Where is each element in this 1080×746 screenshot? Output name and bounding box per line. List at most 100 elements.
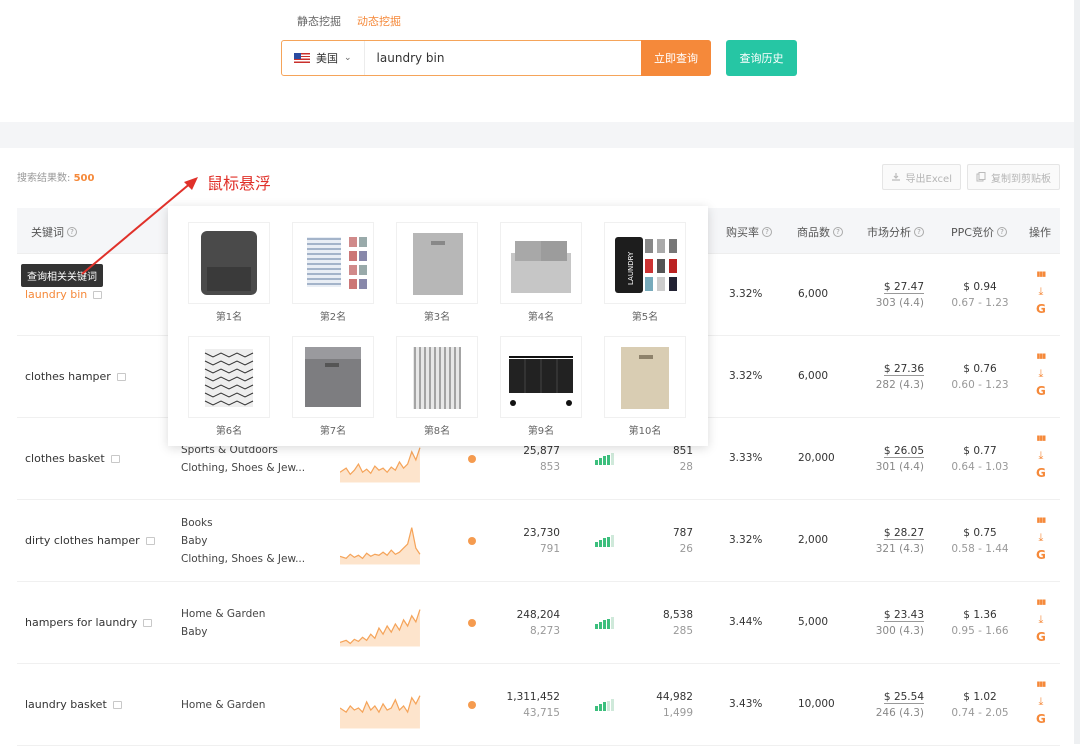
tab-dynamic[interactable]: 动态挖掘 xyxy=(357,13,401,29)
market-analysis[interactable]: $ 27.36 282 (4.3) xyxy=(876,361,924,393)
buy-rate: 3.32% xyxy=(729,288,763,300)
product-image[interactable] xyxy=(292,336,374,418)
header-ppc[interactable]: PPC竞价 ? xyxy=(951,224,1007,240)
keyword-link[interactable]: dirty clothes hamper xyxy=(25,534,155,547)
external-link-icon[interactable] xyxy=(112,700,122,709)
product-image[interactable] xyxy=(396,222,478,304)
country-select[interactable]: 美国 ⌄ xyxy=(282,41,365,75)
top-product-item[interactable]: 第9名 xyxy=(496,336,586,437)
external-link-icon[interactable] xyxy=(116,372,126,381)
market-price[interactable]: $ 25.54 xyxy=(883,691,924,704)
help-icon[interactable]: ? xyxy=(996,227,1007,237)
google-search-icon[interactable]: G xyxy=(1036,467,1046,479)
download-icon[interactable]: ⤓ xyxy=(1038,614,1043,625)
external-link-icon[interactable] xyxy=(110,454,120,463)
copy-clipboard-button[interactable]: 复制到剪贴板 xyxy=(967,164,1060,190)
product-rank-label: 第6名 xyxy=(215,426,243,437)
header-buy-rate[interactable]: 购买率 ? xyxy=(726,224,772,240)
product-image[interactable] xyxy=(604,336,686,418)
market-analysis[interactable]: $ 27.47 303 (4.4) xyxy=(876,279,924,311)
competition-bar xyxy=(607,619,610,629)
search-trend-sparkline[interactable] xyxy=(340,603,422,649)
search-button[interactable]: 立即查询 xyxy=(641,40,711,76)
google-search-icon[interactable]: G xyxy=(1036,303,1046,315)
keyword-link[interactable]: hampers for laundry xyxy=(25,616,153,629)
header-market[interactable]: 市场分析 ? xyxy=(867,224,924,240)
keyword-link[interactable]: clothes basket xyxy=(25,452,120,465)
download-icon[interactable]: ⤓ xyxy=(1038,368,1043,379)
market-price[interactable]: $ 23.43 xyxy=(883,609,924,622)
download-icon[interactable]: ⤓ xyxy=(1038,532,1043,543)
help-icon[interactable]: ? xyxy=(833,227,843,237)
keyword-link[interactable]: laundry bin xyxy=(25,288,103,301)
top-product-item[interactable]: 第6名 xyxy=(184,336,274,437)
top-product-item[interactable]: 第4名 xyxy=(496,222,586,323)
top-product-item[interactable]: 第8名 xyxy=(392,336,482,437)
header-products[interactable]: 商品数 ? xyxy=(797,224,843,240)
category-item: Home & Garden xyxy=(181,608,266,620)
product-image[interactable]: LAUNDRY xyxy=(604,222,686,304)
competition-bars xyxy=(595,699,614,711)
market-price[interactable]: $ 27.36 xyxy=(883,363,924,376)
product-image[interactable] xyxy=(396,336,478,418)
competition-bar xyxy=(607,455,610,465)
market-analysis[interactable]: $ 28.27 321 (4.3) xyxy=(876,525,924,557)
bar-chart-icon[interactable]: ▮▮▮ xyxy=(1037,515,1047,526)
product-image[interactable] xyxy=(500,222,582,304)
competition-bar xyxy=(611,535,614,547)
market-analysis[interactable]: $ 23.43 300 (4.3) xyxy=(876,607,924,639)
market-price[interactable]: $ 27.47 xyxy=(883,281,924,294)
category-item: Clothing, Shoes & Jew... xyxy=(181,553,306,565)
bar-chart-icon[interactable]: ▮▮▮ xyxy=(1037,679,1047,690)
market-analysis[interactable]: $ 25.54 246 (4.3) xyxy=(876,689,924,721)
row-actions: ▮▮▮ ⤓ G xyxy=(1036,351,1046,397)
top-product-item[interactable]: LAUNDRY 第5名 xyxy=(600,222,690,323)
google-search-icon[interactable]: G xyxy=(1036,631,1046,643)
keyword-link[interactable]: laundry basket xyxy=(25,698,122,711)
bar-chart-icon[interactable]: ▮▮▮ xyxy=(1037,433,1047,444)
top-product-item[interactable]: 第7名 xyxy=(288,336,378,437)
product-rank-label: 第5名 xyxy=(631,312,659,323)
clicks-value: 44,982 xyxy=(656,691,693,703)
bar-chart-icon[interactable]: ▮▮▮ xyxy=(1037,351,1047,362)
keyword-text: dirty clothes hamper xyxy=(25,534,140,547)
product-image[interactable] xyxy=(292,222,374,304)
header-products-label: 商品数 xyxy=(797,226,830,239)
keyword-link[interactable]: clothes hamper xyxy=(25,370,126,383)
bar-chart-icon[interactable]: ▮▮▮ xyxy=(1037,597,1047,608)
help-icon[interactable]: ? xyxy=(914,227,924,237)
tab-static[interactable]: 静态挖掘 xyxy=(297,13,341,29)
table-row: hampers for laundry Home & Garden Baby 248,… xyxy=(17,582,1060,664)
export-excel-button[interactable]: 导出Excel xyxy=(881,164,961,190)
market-price[interactable]: $ 28.27 xyxy=(883,527,924,540)
top-product-item[interactable]: 第2名 xyxy=(288,222,378,323)
search-input[interactable] xyxy=(364,41,641,75)
top-product-item[interactable]: 第3名 xyxy=(392,222,482,323)
market-analysis[interactable]: $ 26.05 301 (4.4) xyxy=(876,443,924,475)
top-product-item[interactable]: 第10名 xyxy=(600,336,690,437)
help-icon[interactable]: ? xyxy=(762,227,772,237)
google-search-icon[interactable]: G xyxy=(1036,713,1046,725)
search-trend-sparkline[interactable] xyxy=(340,521,422,567)
product-image[interactable] xyxy=(188,336,270,418)
google-search-icon[interactable]: G xyxy=(1036,385,1046,397)
product-count: 20,000 xyxy=(798,452,835,464)
search-trend-sparkline[interactable] xyxy=(340,685,422,731)
market-price[interactable]: $ 26.05 xyxy=(883,445,924,458)
search-volume: 23,730 791 xyxy=(523,525,560,557)
buy-rate: 3.32% xyxy=(729,534,763,546)
google-search-icon[interactable]: G xyxy=(1036,549,1046,561)
download-icon[interactable]: ⤓ xyxy=(1038,450,1043,461)
query-history-button[interactable]: 查询历史 xyxy=(726,40,797,76)
external-link-icon[interactable] xyxy=(143,618,153,627)
bar-chart-icon[interactable]: ▮▮▮ xyxy=(1037,269,1047,280)
page-scrollbar[interactable] xyxy=(1074,0,1080,744)
download-icon[interactable]: ⤓ xyxy=(1038,696,1043,707)
external-link-icon[interactable] xyxy=(145,536,155,545)
row-actions: ▮▮▮ ⤓ G xyxy=(1036,679,1046,725)
external-link-icon[interactable] xyxy=(93,290,103,299)
us-flag-icon xyxy=(294,53,310,63)
product-image[interactable] xyxy=(500,336,582,418)
search-bar: 美国 ⌄ 立即查询 xyxy=(281,40,711,76)
download-icon[interactable]: ⤓ xyxy=(1038,286,1043,297)
